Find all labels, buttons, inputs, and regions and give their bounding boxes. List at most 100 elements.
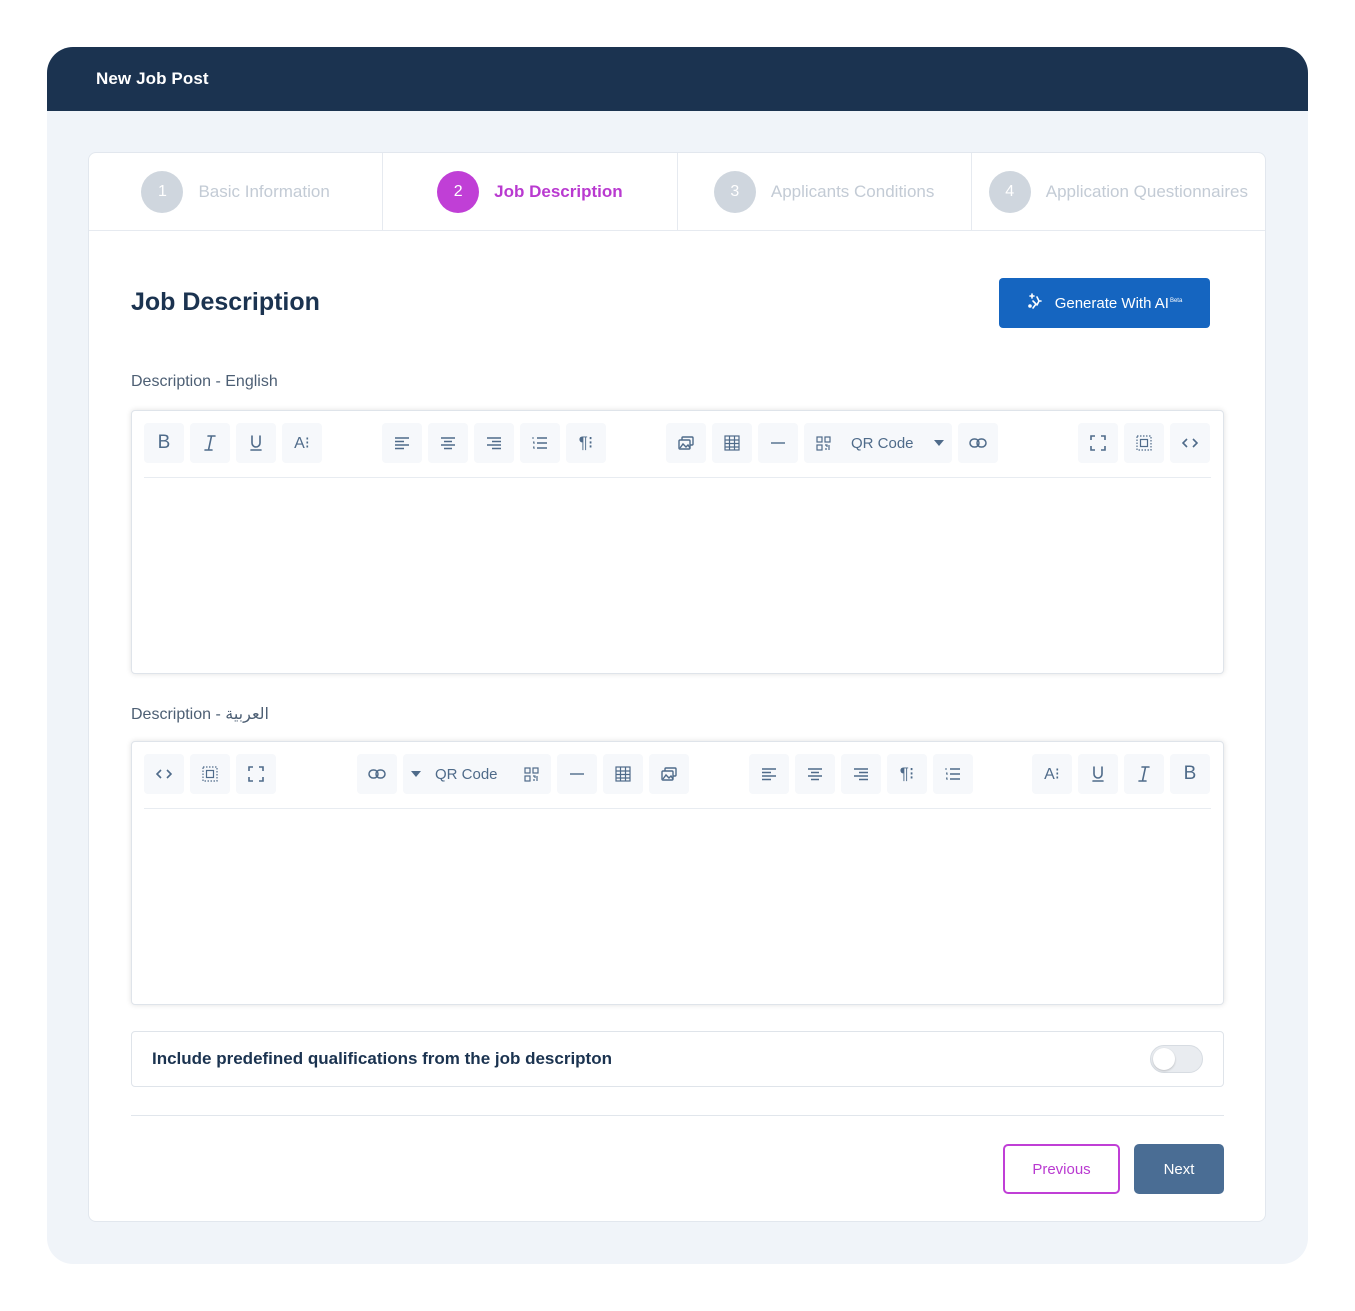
horizontal-line-icon xyxy=(569,772,585,776)
step-label: Basic Information xyxy=(198,181,330,201)
previous-button[interactable]: Previous xyxy=(1003,1144,1120,1194)
arabic-description-editor: QR Code ¶⁝ A⁝ B xyxy=(131,741,1224,1005)
step-number: 1 xyxy=(141,170,184,213)
paragraph-icon: ¶⁝ xyxy=(578,433,594,452)
bold-icon: B xyxy=(1183,763,1197,784)
section-title: Job Description xyxy=(131,288,320,316)
image-button[interactable] xyxy=(666,423,706,463)
ai-sparkle-icon xyxy=(1027,292,1043,314)
form-card: 1 Basic Information 2 Job Description 3 … xyxy=(88,152,1266,1222)
footer-divider xyxy=(131,1115,1224,1116)
qualifications-toggle[interactable] xyxy=(1150,1045,1203,1073)
table-icon xyxy=(724,435,740,451)
arabic-description-label: Description - العربية xyxy=(131,706,269,723)
editor-toolbar: B A⁝ ¶⁝ QR Code xyxy=(144,423,1211,478)
step-basic-information[interactable]: 1 Basic Information xyxy=(89,153,384,230)
bold-button[interactable]: B xyxy=(1170,754,1210,794)
horizontal-line-button[interactable] xyxy=(758,423,798,463)
link-button[interactable] xyxy=(357,754,397,794)
select-all-button[interactable] xyxy=(190,754,230,794)
window-title: New Job Post xyxy=(96,69,209,88)
font-size-button[interactable]: A⁝ xyxy=(1032,754,1072,794)
editor-toolbar: QR Code ¶⁝ A⁝ B xyxy=(144,754,1211,809)
english-description-editor: B A⁝ ¶⁝ QR Code xyxy=(131,410,1224,674)
qr-code-dropdown[interactable]: QR Code xyxy=(804,423,952,463)
paragraph-button[interactable]: ¶⁝ xyxy=(566,423,606,463)
align-left-button[interactable] xyxy=(382,423,422,463)
link-button[interactable] xyxy=(958,423,998,463)
align-right-icon xyxy=(853,767,869,781)
align-left-icon xyxy=(394,436,410,450)
italic-button[interactable] xyxy=(190,423,230,463)
ordered-list-button[interactable] xyxy=(520,423,560,463)
paragraph-icon: ¶⁝ xyxy=(899,764,915,783)
underline-icon xyxy=(1091,765,1105,783)
step-job-description[interactable]: 2 Job Description xyxy=(383,153,678,230)
step-label: Job Description xyxy=(494,181,623,201)
qr-code-icon xyxy=(523,766,539,782)
font-size-button[interactable]: A⁝ xyxy=(282,423,322,463)
link-icon xyxy=(368,769,386,779)
bold-button[interactable]: B xyxy=(144,423,184,463)
step-number: 2 xyxy=(437,170,480,213)
qr-code-dropdown[interactable]: QR Code xyxy=(403,754,551,794)
window-header: New Job Post xyxy=(47,47,1308,111)
align-right-button[interactable] xyxy=(474,423,514,463)
fullscreen-button[interactable] xyxy=(236,754,276,794)
underline-icon xyxy=(249,434,263,452)
ai-button-label: Generate With AI xyxy=(1054,294,1169,312)
align-center-button[interactable] xyxy=(795,754,835,794)
source-code-button[interactable] xyxy=(144,754,184,794)
font-size-icon: A⁝ xyxy=(1044,766,1060,783)
ordered-list-icon xyxy=(532,436,548,450)
english-description-label: Description - English xyxy=(131,373,278,390)
horizontal-line-icon xyxy=(770,441,786,445)
italic-icon xyxy=(203,434,217,452)
align-center-icon xyxy=(440,436,456,450)
step-label: Application Questionnaires xyxy=(1045,181,1248,201)
image-icon xyxy=(661,767,677,781)
step-applicants-conditions[interactable]: 3 Applicants Conditions xyxy=(678,153,972,230)
horizontal-line-button[interactable] xyxy=(557,754,597,794)
job-post-window: New Job Post 1 Basic Information 2 Job D… xyxy=(47,47,1308,1264)
step-application-questionnaires[interactable]: 4 Application Questionnaires xyxy=(972,153,1265,230)
align-left-icon xyxy=(761,767,777,781)
italic-icon xyxy=(1137,765,1151,783)
step-label: Applicants Conditions xyxy=(770,181,935,201)
arabic-editor-content[interactable] xyxy=(144,812,1211,992)
align-right-button[interactable] xyxy=(841,754,881,794)
next-button[interactable]: Next xyxy=(1134,1144,1224,1194)
beta-badge: Beta xyxy=(1169,297,1183,304)
select-all-icon xyxy=(202,766,218,782)
align-center-button[interactable] xyxy=(428,423,468,463)
qr-code-icon xyxy=(816,435,831,451)
font-size-icon: A⁝ xyxy=(294,435,310,452)
english-editor-content[interactable] xyxy=(144,481,1211,661)
italic-button[interactable] xyxy=(1124,754,1164,794)
bold-icon: B xyxy=(157,432,171,453)
ordered-list-button[interactable] xyxy=(933,754,973,794)
generate-with-ai-button[interactable]: Generate With AIBeta xyxy=(999,278,1210,328)
link-icon xyxy=(969,438,987,448)
underline-button[interactable] xyxy=(236,423,276,463)
image-button[interactable] xyxy=(649,754,689,794)
table-button[interactable] xyxy=(712,423,752,463)
caret-down-icon xyxy=(933,440,944,446)
fullscreen-button[interactable] xyxy=(1078,423,1118,463)
select-all-icon xyxy=(1136,435,1152,451)
paragraph-button[interactable]: ¶⁝ xyxy=(887,754,927,794)
code-icon xyxy=(156,768,172,780)
source-code-button[interactable] xyxy=(1170,423,1210,463)
image-icon xyxy=(678,436,694,450)
align-left-button[interactable] xyxy=(749,754,789,794)
step-number: 4 xyxy=(988,170,1031,213)
qr-code-label: QR Code xyxy=(435,765,498,783)
select-all-button[interactable] xyxy=(1124,423,1164,463)
table-icon xyxy=(615,766,631,782)
qualifications-toggle-row: Include predefined qualifications from t… xyxy=(131,1031,1224,1087)
fullscreen-icon xyxy=(1090,435,1106,451)
qr-code-label: QR Code xyxy=(851,434,914,452)
step-number: 3 xyxy=(713,170,756,213)
table-button[interactable] xyxy=(603,754,643,794)
underline-button[interactable] xyxy=(1078,754,1118,794)
